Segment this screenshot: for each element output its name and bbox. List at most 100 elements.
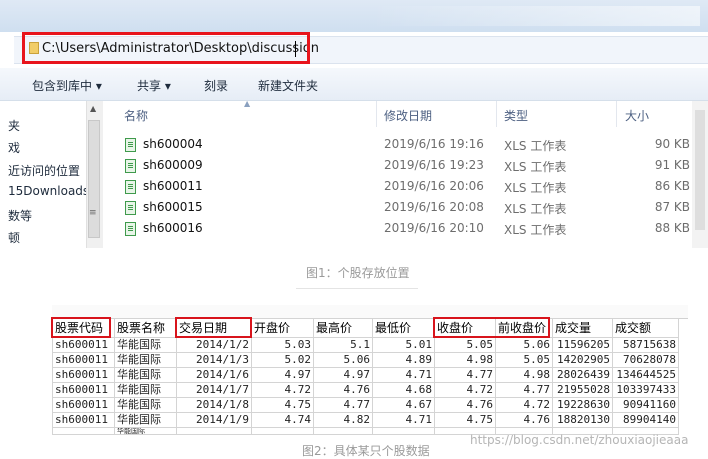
header-high[interactable]: 最高价 xyxy=(313,318,373,338)
column-divider[interactable] xyxy=(496,101,497,127)
cell[interactable] xyxy=(313,427,373,435)
cell[interactable]: 5.03 xyxy=(251,337,314,353)
cell[interactable]: 28026439 xyxy=(552,367,613,383)
cell[interactable]: 华能国际 xyxy=(114,412,177,428)
file-name[interactable]: sh600011 xyxy=(143,179,203,193)
cell[interactable]: 5.02 xyxy=(251,352,314,368)
cell[interactable]: 5.01 xyxy=(372,337,435,353)
cell[interactable] xyxy=(52,427,115,435)
cell[interactable]: 2014/1/3 xyxy=(176,352,252,368)
cell[interactable]: 5.06 xyxy=(313,352,373,368)
include-in-library-button[interactable]: 包含到库中 ▾ xyxy=(32,77,102,94)
file-name[interactable]: sh600015 xyxy=(143,200,203,214)
cell[interactable]: 4.77 xyxy=(313,397,373,413)
cell[interactable]: 2014/1/7 xyxy=(176,382,252,398)
cell[interactable]: 103397433 xyxy=(612,382,679,398)
column-divider[interactable] xyxy=(616,101,617,127)
nav-scroll-thumb[interactable] xyxy=(88,120,100,238)
cell[interactable]: 4.98 xyxy=(495,367,553,383)
file-name[interactable]: sh600016 xyxy=(143,221,203,235)
cell[interactable] xyxy=(372,427,435,435)
cell[interactable]: 4.72 xyxy=(434,382,496,398)
cell[interactable]: 5.06 xyxy=(495,337,553,353)
cell[interactable]: 18820130 xyxy=(552,412,613,428)
column-modified[interactable]: 修改日期 xyxy=(384,107,432,124)
cell[interactable]: 2014/1/9 xyxy=(176,412,252,428)
trade-date-highlight-box xyxy=(175,317,252,338)
scroll-up-arrow-icon[interactable]: ▲ xyxy=(90,104,96,113)
header-volume[interactable]: 成交量 xyxy=(552,318,613,338)
cell[interactable]: 4.82 xyxy=(313,412,373,428)
cell[interactable]: 华能国际 xyxy=(114,367,177,383)
cell[interactable]: 华能国际 xyxy=(114,337,177,353)
cell[interactable]: 134644525 xyxy=(612,367,679,383)
cell[interactable]: 华能国际 xyxy=(114,382,177,398)
cell[interactable]: 4.72 xyxy=(495,397,553,413)
header-amount[interactable]: 成交额 xyxy=(612,318,679,338)
share-button[interactable]: 共享 ▾ xyxy=(137,77,171,94)
cell[interactable] xyxy=(251,427,314,435)
header-open[interactable]: 开盘价 xyxy=(251,318,314,338)
header-low[interactable]: 最低价 xyxy=(372,318,435,338)
cell[interactable]: 89904140 xyxy=(612,412,679,428)
cell[interactable]: 4.72 xyxy=(251,382,314,398)
cell[interactable]: 华能国际 xyxy=(114,352,177,368)
cell[interactable] xyxy=(176,427,252,435)
file-name[interactable]: sh600004 xyxy=(143,137,203,151)
cell[interactable]: 19228630 xyxy=(552,397,613,413)
cell[interactable]: 90941160 xyxy=(612,397,679,413)
cell[interactable]: 华能国际 xyxy=(114,427,177,435)
cell[interactable]: 2014/1/6 xyxy=(176,367,252,383)
cell[interactable]: 4.98 xyxy=(434,352,496,368)
figure-caption-2: 图2：具体某只个股数据 xyxy=(302,444,430,458)
cell[interactable]: 2014/1/8 xyxy=(176,397,252,413)
cell[interactable]: 4.89 xyxy=(372,352,435,368)
nav-item[interactable]: 夹 xyxy=(8,117,20,134)
cell[interactable]: 4.77 xyxy=(495,382,553,398)
file-name[interactable]: sh600009 xyxy=(143,158,203,172)
cell[interactable]: sh600011 xyxy=(52,352,115,368)
burn-button[interactable]: 刻录 xyxy=(204,77,228,94)
cell[interactable]: 4.76 xyxy=(313,382,373,398)
column-type[interactable]: 类型 xyxy=(504,107,528,124)
cell[interactable]: sh600011 xyxy=(52,337,115,353)
new-folder-button[interactable]: 新建文件夹 xyxy=(258,77,318,94)
cell[interactable]: sh600011 xyxy=(52,412,115,428)
cell[interactable]: 5.05 xyxy=(434,337,496,353)
xls-file-icon xyxy=(125,180,136,194)
cell[interactable]: 4.97 xyxy=(313,367,373,383)
cell[interactable]: 华能国际 xyxy=(114,397,177,413)
cell[interactable]: sh600011 xyxy=(52,397,115,413)
cell[interactable]: 21955028 xyxy=(552,382,613,398)
nav-item[interactable]: 顿 xyxy=(8,229,20,246)
cell[interactable]: 4.76 xyxy=(495,412,553,428)
cell[interactable]: 5.05 xyxy=(495,352,553,368)
cell[interactable]: sh600011 xyxy=(52,382,115,398)
file-list-scroll-thumb[interactable] xyxy=(695,110,705,230)
cell[interactable]: 4.68 xyxy=(372,382,435,398)
cell[interactable]: 4.76 xyxy=(434,397,496,413)
header-stock-name[interactable]: 股票名称 xyxy=(114,318,177,338)
cell[interactable]: 4.77 xyxy=(434,367,496,383)
cell[interactable]: 4.75 xyxy=(251,397,314,413)
column-size[interactable]: 大小 xyxy=(625,107,649,124)
cell[interactable]: 2014/1/2 xyxy=(176,337,252,353)
column-divider[interactable] xyxy=(376,101,377,127)
nav-item[interactable]: 戏 xyxy=(8,139,20,156)
cell[interactable]: 11596205 xyxy=(552,337,613,353)
cell[interactable]: 4.74 xyxy=(251,412,314,428)
nav-item-recent[interactable]: 近访问的位置 xyxy=(8,162,80,179)
cell[interactable]: sh600011 xyxy=(52,367,115,383)
cell[interactable]: 4.75 xyxy=(434,412,496,428)
cell[interactable]: 4.71 xyxy=(372,412,435,428)
column-name[interactable]: 名称 xyxy=(124,107,148,124)
cell[interactable]: 70628078 xyxy=(612,352,679,368)
cell[interactable]: 4.71 xyxy=(372,367,435,383)
nav-item[interactable]: 数等 xyxy=(8,207,32,224)
cell[interactable]: 4.67 xyxy=(372,397,435,413)
cell[interactable]: 14202905 xyxy=(552,352,613,368)
nav-item-downloads[interactable]: 15Downloads xyxy=(8,184,89,198)
cell[interactable]: 5.1 xyxy=(313,337,373,353)
cell[interactable]: 58715638 xyxy=(612,337,679,353)
cell[interactable]: 4.97 xyxy=(251,367,314,383)
